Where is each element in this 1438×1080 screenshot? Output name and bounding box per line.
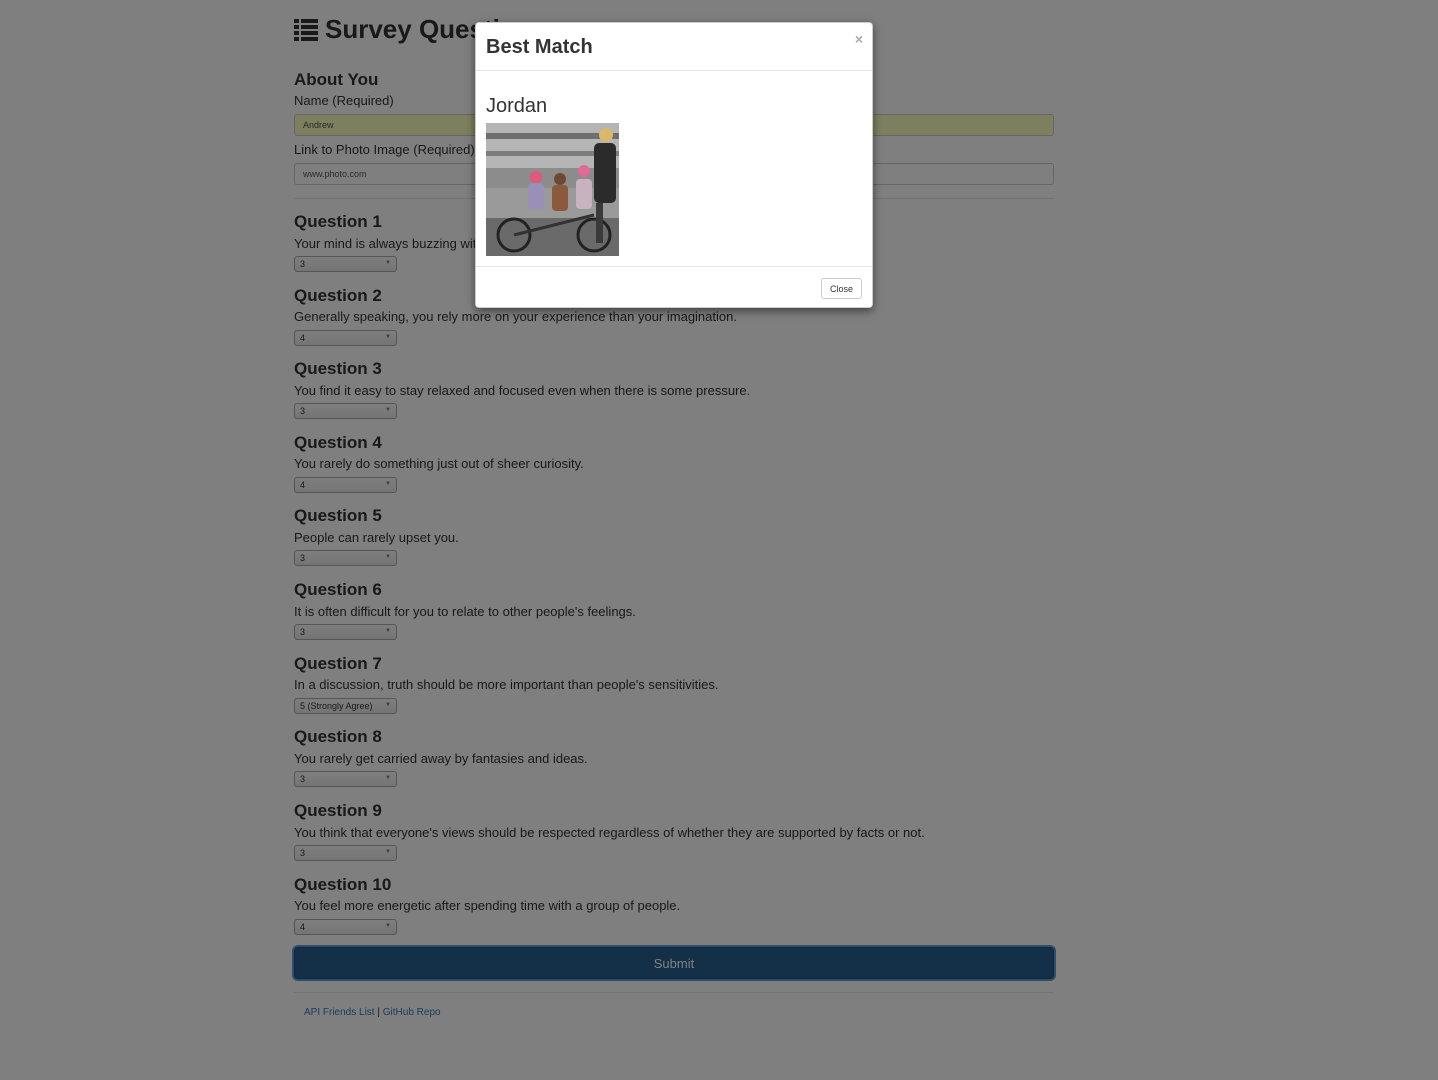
close-icon[interactable]: × (855, 31, 863, 47)
close-button[interactable]: Close (821, 278, 862, 299)
modal-title: Best Match (486, 36, 593, 58)
match-name: Jordan (486, 95, 548, 117)
match-photo (486, 123, 619, 256)
match-photo-image (486, 123, 619, 256)
best-match-modal: Best Match × Jordan Close (475, 22, 873, 308)
modal-footer: Close (476, 266, 872, 309)
modal-header: Best Match × (476, 23, 872, 71)
